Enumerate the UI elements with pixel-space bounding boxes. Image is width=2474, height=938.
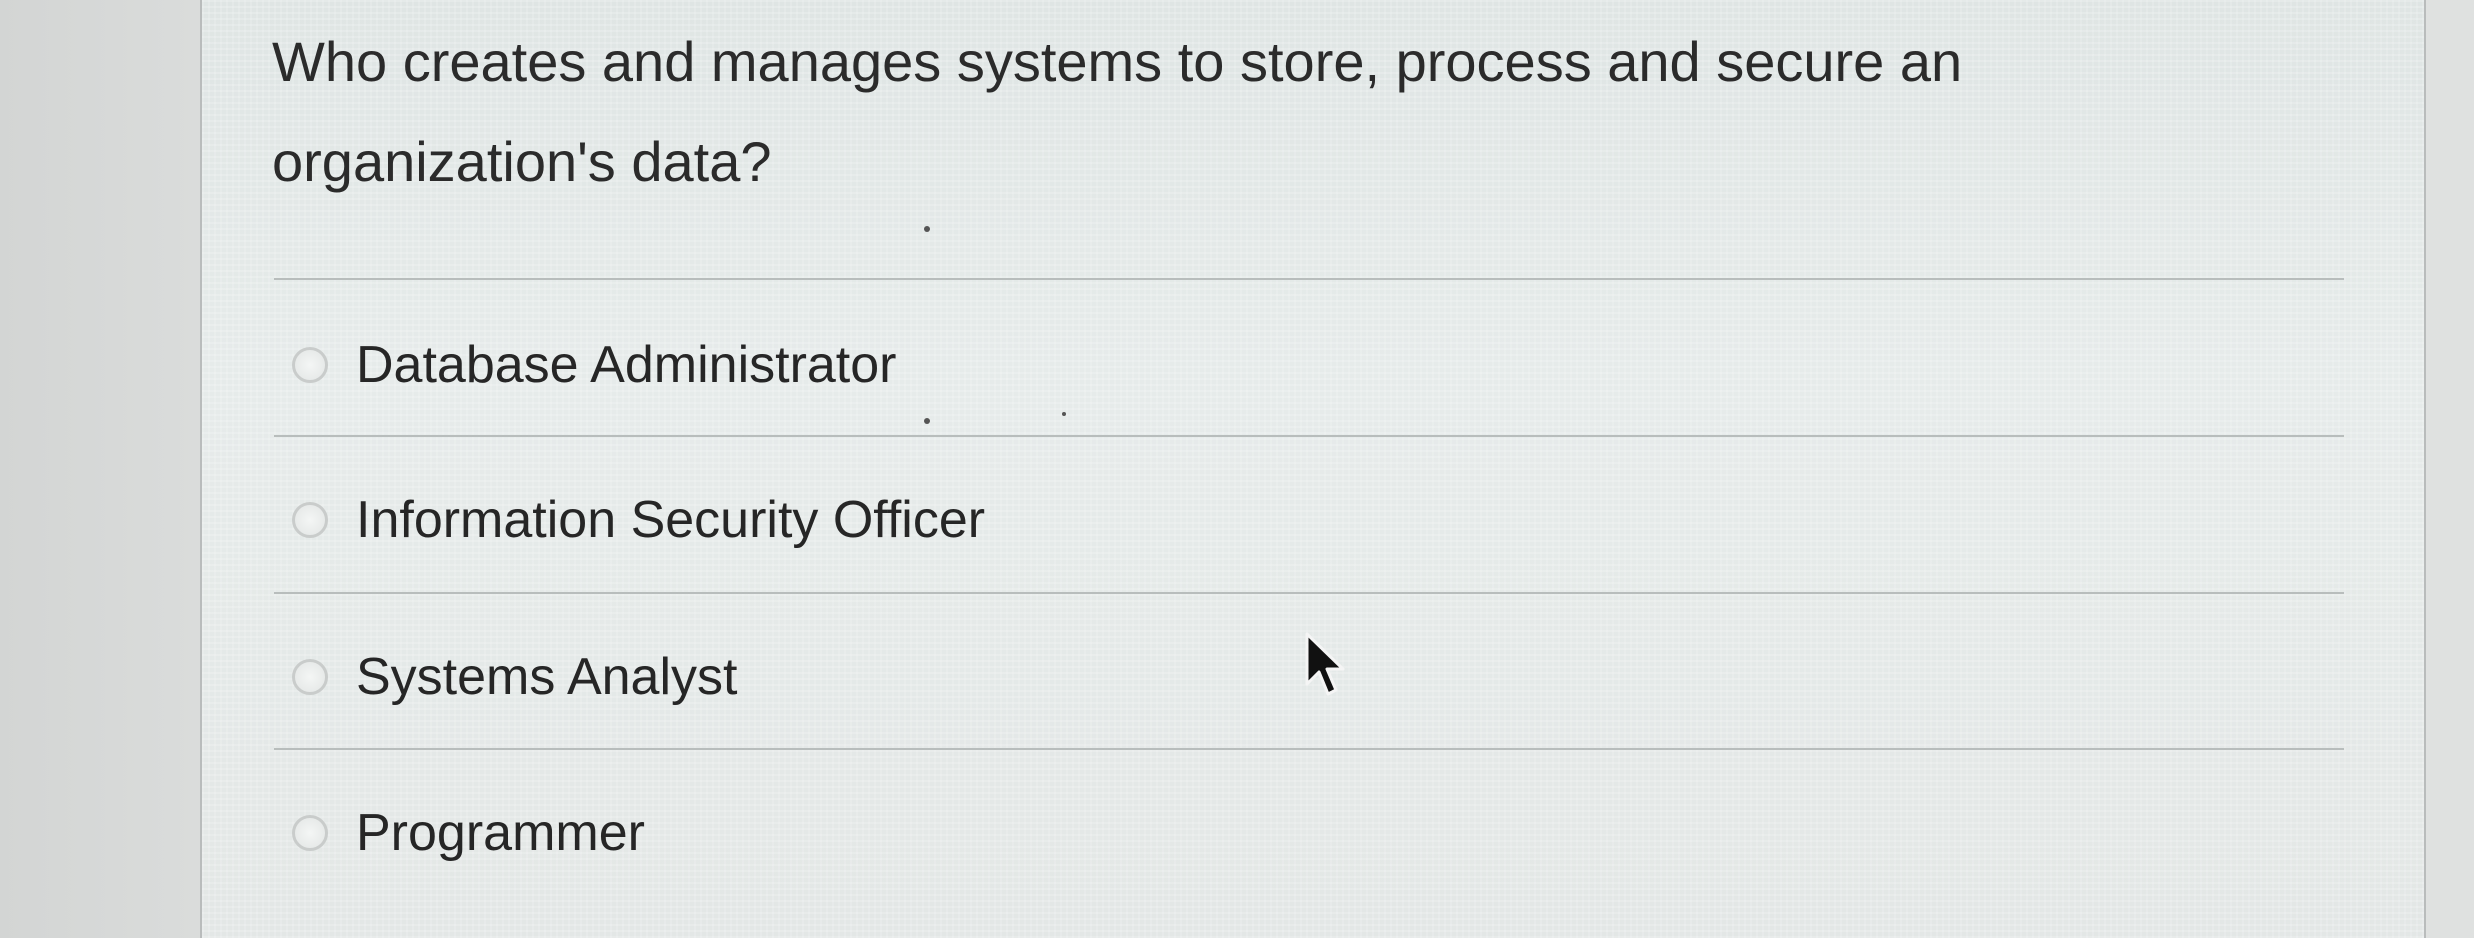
- divider: [274, 278, 2344, 280]
- radio-button-icon[interactable]: [292, 347, 328, 383]
- option-label: Information Security Officer: [356, 491, 986, 549]
- screen-speck: [1062, 412, 1066, 416]
- screen: Who creates and manages systems to store…: [0, 0, 2474, 938]
- divider: [274, 592, 2344, 594]
- radio-button-icon[interactable]: [292, 659, 328, 695]
- screen-speck: [924, 226, 930, 232]
- radio-button-icon[interactable]: [292, 815, 328, 851]
- option-label: Systems Analyst: [356, 648, 738, 706]
- mouse-pointer-icon: [1305, 632, 1345, 696]
- option-database-administrator[interactable]: Database Administrator: [292, 330, 897, 400]
- option-information-security-officer[interactable]: Information Security Officer: [292, 485, 985, 555]
- divider: [274, 435, 2344, 437]
- option-systems-analyst[interactable]: Systems Analyst: [292, 642, 737, 712]
- option-label: Programmer: [356, 804, 645, 862]
- divider: [274, 748, 2344, 750]
- radio-button-icon[interactable]: [292, 502, 328, 538]
- question-text: Who creates and manages systems to store…: [272, 30, 1963, 193]
- option-programmer[interactable]: Programmer: [292, 798, 645, 868]
- option-label: Database Administrator: [356, 336, 897, 394]
- screen-speck: [924, 418, 930, 424]
- question-panel: Who creates and manages systems to store…: [200, 0, 2426, 938]
